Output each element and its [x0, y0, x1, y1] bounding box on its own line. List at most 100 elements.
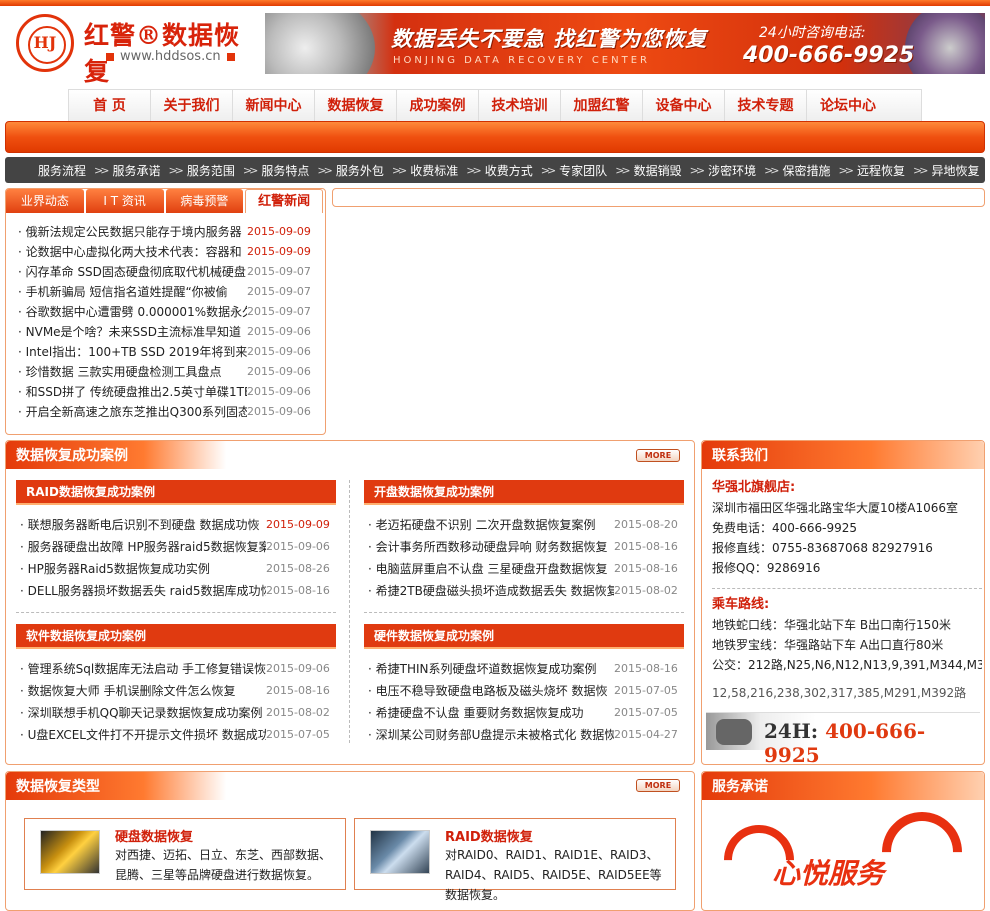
- header-banner[interactable]: 数据丢失不要急 找红警为您恢复 HONJING DATA RECOVERY CE…: [265, 13, 985, 74]
- case-item[interactable]: · 老迈拓硬盘不识别 二次开盘数据恢复案例 2015-08-20: [368, 514, 678, 536]
- subnav-item[interactable]: 远程恢复 >>: [857, 162, 931, 179]
- nav-topics[interactable]: 技术专题: [725, 90, 807, 122]
- double-chevron-icon: >>: [168, 163, 184, 177]
- subnav-item[interactable]: 涉密环境 >>: [708, 162, 782, 179]
- news-item[interactable]: · 论数据中心虚拟化两大技术代表：容器和 2015-09-09: [18, 242, 318, 262]
- types-panel-header: 数据恢复类型: [6, 772, 694, 800]
- case-item[interactable]: · 希捷THIN系列硬盘坏道数据恢复成功案例 2015-08-16: [368, 658, 678, 680]
- tab-company-news[interactable]: 红警新闻: [245, 189, 323, 213]
- case-title: · DELL服务器损坏数据丢失 raid5数据库成功恢: [20, 584, 266, 598]
- subnav-item[interactable]: 数据销毁 >>: [634, 162, 708, 179]
- subnav-item[interactable]: 专家团队 >>: [559, 162, 633, 179]
- case-item[interactable]: · HP服务器Raid5数据恢复成功实例 2015-08-26: [20, 558, 330, 580]
- news-box: 业界动态 I T 资讯 病毒预警 红警新闻 · 俄新法规定公民数据只能存于境内服…: [5, 188, 326, 435]
- case-item[interactable]: · 联想服务器断电后识别不到硬盘 数据成功恢 2015-09-09: [20, 514, 330, 536]
- case-item[interactable]: · 深圳联想手机QQ聊天记录数据恢复成功案例 2015-08-02: [20, 702, 330, 724]
- types-more-button[interactable]: MORE: [636, 779, 680, 792]
- news-date: 2015-09-06: [247, 385, 311, 398]
- route-bus-cont: 12,58,216,238,302,317,385,M291,M392路: [712, 686, 967, 700]
- nav-news[interactable]: 新闻中心: [233, 90, 315, 122]
- news-title: · 和SSD拼了 传统硬盘推出2.5英寸单碟1TB: [18, 385, 247, 399]
- double-chevron-icon: >>: [466, 163, 482, 177]
- news-item[interactable]: · 闪存革命 SSD固态硬盘彻底取代机械硬盘 2015-09-07: [18, 262, 318, 282]
- repair-qq: 报修QQ：9286916: [712, 561, 821, 575]
- news-item[interactable]: · 俄新法规定公民数据只能存于境内服务器 2015-09-09: [18, 222, 318, 242]
- case-title: · 数据恢复大师 手机误删除文件怎么恢复: [20, 684, 236, 698]
- nav-forum[interactable]: 论坛中心: [807, 90, 889, 122]
- nav-join[interactable]: 加盟红警: [561, 90, 643, 122]
- news-date: 2015-09-09: [247, 245, 311, 258]
- subnav-item[interactable]: 服务流程 >>: [38, 162, 112, 179]
- news-item[interactable]: · Intel指出：100+TB SSD 2019年将到来 2015-09-06: [18, 342, 318, 362]
- case-item[interactable]: · 深圳某公司财务部U盘提示未被格式化 数据恢 2015-04-27: [368, 724, 678, 746]
- case-item[interactable]: · DELL服务器损坏数据丢失 raid5数据库成功恢 2015-08-16: [20, 580, 330, 602]
- nav-cases[interactable]: 成功案例: [397, 90, 479, 122]
- case-item[interactable]: · 希捷2TB硬盘磁头损坏造成数据丢失 数据恢复 2015-08-02: [368, 580, 678, 602]
- tab-it-news[interactable]: I T 资讯: [85, 189, 164, 213]
- case-list: · 老迈拓硬盘不识别 二次开盘数据恢复案例 2015-08-20 · 会计事务所西数…: [368, 514, 678, 602]
- double-chevron-icon: >>: [317, 163, 333, 177]
- news-item[interactable]: · 珍惜数据 三款实用硬盘检测工具盘点 2015-09-06: [18, 362, 318, 382]
- banner-tel-label: 24小时咨询电话:: [759, 25, 866, 41]
- nav-training[interactable]: 技术培训: [479, 90, 561, 122]
- news-item[interactable]: · NVMe是个啥？未来SSD主流标准早知道 2015-09-06: [18, 322, 318, 342]
- news-date: 2015-09-06: [247, 345, 311, 358]
- double-chevron-icon: >>: [94, 163, 110, 177]
- tab-virus-alert[interactable]: 病毒预警: [165, 189, 244, 213]
- telephone-icon: [716, 719, 752, 745]
- news-list: · 俄新法规定公民数据只能存于境内服务器 2015-09-09 · 论数据中心虚拟化…: [18, 222, 318, 422]
- news-item[interactable]: · 和SSD拼了 传统硬盘推出2.5英寸单碟1TB 2015-09-06: [18, 382, 318, 402]
- cases-more-button[interactable]: MORE: [636, 449, 680, 462]
- case-title: · 老迈拓硬盘不识别 二次开盘数据恢复案例: [368, 518, 596, 532]
- contact-body: 华强北旗舰店: 深圳市福田区华强北路宝华大厦10楼A1066室 免费电话：400…: [712, 478, 982, 703]
- subnav-item[interactable]: 收费方式 >>: [485, 162, 559, 179]
- case-group-title[interactable]: 硬件数据恢复成功案例: [364, 624, 684, 649]
- double-chevron-icon: >>: [913, 163, 929, 177]
- case-item[interactable]: · 会计事务所西数移动硬盘异响 财务数据恢复 2015-08-16: [368, 536, 678, 558]
- case-item[interactable]: · 管理系统Sql数据库无法启动 手工修复错误恢 2015-09-06: [20, 658, 330, 680]
- subnav-item[interactable]: 保密措施 >>: [783, 162, 857, 179]
- subnav-item[interactable]: 服务范围 >>: [187, 162, 261, 179]
- case-group-title[interactable]: 软件数据恢复成功案例: [16, 624, 336, 649]
- service-panel-title: 服务承诺: [712, 779, 768, 795]
- case-title: · 希捷硬盘不认盘 重要财务数据恢复成功: [368, 706, 584, 720]
- nav-recovery[interactable]: 数据恢复: [315, 90, 397, 122]
- news-tabs: 业界动态 I T 资讯 病毒预警 红警新闻: [6, 189, 325, 215]
- news-item[interactable]: · 手机新骗局 短信指名道姓提醒“你被偷 2015-09-07: [18, 282, 318, 302]
- news-item[interactable]: · 开启全新高速之旅东芝推出Q300系列固态 2015-09-06: [18, 402, 318, 422]
- subnav-item[interactable]: 服务外包 >>: [336, 162, 410, 179]
- logo-url: www.hddsos.cn: [100, 49, 241, 64]
- case-item[interactable]: · 服务器硬盘出故障 HP服务器raid5数据恢复案 2015-09-06: [20, 536, 330, 558]
- nav-equipment[interactable]: 设备中心: [643, 90, 725, 122]
- contact-panel-header: 联系我们: [702, 441, 984, 469]
- nav-home[interactable]: 首 页: [69, 90, 151, 122]
- site-logo[interactable]: HJ 红警®数据恢复 www.hddsos.cn: [14, 12, 254, 86]
- phone-banner[interactable]: 24H: 400-666-9925: [706, 712, 980, 767]
- case-title: · U盘EXCEL文件打不开提示文件损坏 数据成功: [20, 728, 266, 742]
- case-group-title[interactable]: RAID数据恢复成功案例: [16, 480, 336, 505]
- case-title: · HP服务器Raid5数据恢复成功实例: [20, 562, 210, 576]
- nav-about[interactable]: 关于我们: [151, 90, 233, 122]
- case-item[interactable]: · 数据恢复大师 手机误删除文件怎么恢复 2015-08-16: [20, 680, 330, 702]
- divider: [16, 612, 336, 613]
- tab-industry[interactable]: 业界动态: [6, 189, 84, 213]
- raid-server-icon: [370, 830, 430, 874]
- subnav-item[interactable]: 收费标准 >>: [410, 162, 484, 179]
- news-item[interactable]: · 谷歌数据中心遭雷劈 0.000001%数据永久 2015-09-07: [18, 302, 318, 322]
- subnav-item[interactable]: 异地恢复: [931, 162, 979, 179]
- case-item[interactable]: · 电脑蓝屏重启不认盘 三星硬盘开盘数据恢复 2015-08-16: [368, 558, 678, 580]
- case-date: 2015-08-02: [266, 706, 330, 719]
- subnav-item[interactable]: 服务特点 >>: [261, 162, 335, 179]
- case-item[interactable]: · 电压不稳导致硬盘电路板及磁头烧坏 数据恢 2015-07-05: [368, 680, 678, 702]
- type-card-raid[interactable]: RAID数据恢复 对RAID0、RAID1、RAID1E、RAID3、RAID4…: [354, 818, 676, 902]
- subnav-item[interactable]: 服务承诺 >>: [112, 162, 186, 179]
- types-panel-title: 数据恢复类型: [16, 779, 100, 795]
- case-item[interactable]: · 希捷硬盘不认盘 重要财务数据恢复成功 2015-07-05: [368, 702, 678, 724]
- case-date: 2015-09-06: [266, 540, 330, 553]
- case-group-title[interactable]: 开盘数据恢复成功案例: [364, 480, 684, 505]
- news-date: 2015-09-06: [247, 365, 311, 378]
- case-item[interactable]: · U盘EXCEL文件打不开提示文件损坏 数据成功 2015-07-05: [20, 724, 330, 746]
- right-top-box: [332, 188, 985, 207]
- case-date: 2015-07-05: [614, 684, 678, 697]
- type-card-hdd[interactable]: 硬盘数据恢复 对西捷、迈拓、日立、东芝、西部数据、昆腾、三星等品牌硬盘进行数据恢…: [24, 818, 346, 890]
